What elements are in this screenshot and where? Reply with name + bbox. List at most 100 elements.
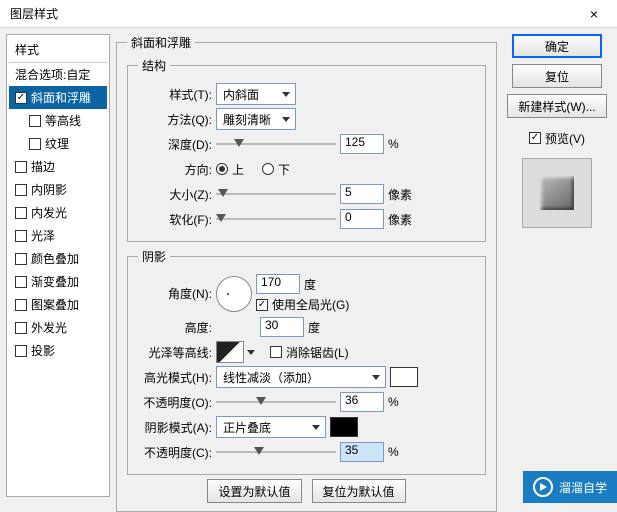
sidebar-header: 样式 xyxy=(9,37,107,63)
check-icon[interactable] xyxy=(15,322,27,334)
sidebar-item-inner-glow[interactable]: 内发光 xyxy=(9,201,107,224)
method-label: 方法(Q): xyxy=(138,111,212,128)
sidebar-item-bevel[interactable]: 斜面和浮雕 xyxy=(9,86,107,109)
altitude-label: 高度: xyxy=(138,319,212,336)
sidebar-item-label: 光泽 xyxy=(31,227,55,244)
sidebar-item-label: 等高线 xyxy=(45,112,81,129)
sidebar-item-label: 纹理 xyxy=(45,135,69,152)
soften-input[interactable]: 0 xyxy=(340,209,384,229)
angle-picker[interactable] xyxy=(216,276,252,312)
preview-box xyxy=(522,158,592,228)
sidebar-item-label: 内阴影 xyxy=(31,181,67,198)
check-icon[interactable] xyxy=(15,92,27,104)
size-input[interactable]: 5 xyxy=(340,184,384,204)
check-icon[interactable] xyxy=(15,276,27,288)
px-unit: 像素 xyxy=(388,186,418,203)
shadow-opacity-slider[interactable] xyxy=(216,445,336,459)
sidebar-item-stroke[interactable]: 描边 xyxy=(9,155,107,178)
highlight-opacity-input[interactable]: 36 xyxy=(340,392,384,412)
angle-label: 角度(N): xyxy=(138,285,212,302)
check-icon[interactable] xyxy=(15,299,27,311)
direction-up-radio[interactable] xyxy=(216,163,228,175)
structure-group: 结构 样式(T): 内斜面 方法(Q): 雕刻清晰 深度(D): 125 % 方… xyxy=(127,57,486,242)
sidebar-item-label: 内发光 xyxy=(31,204,67,221)
sidebar-item-gradient-overlay[interactable]: 渐变叠加 xyxy=(9,270,107,293)
sidebar-item-outer-glow[interactable]: 外发光 xyxy=(9,316,107,339)
structure-title: 结构 xyxy=(138,57,170,74)
preview-label: 预览(V) xyxy=(545,130,585,147)
shading-title: 阴影 xyxy=(138,248,170,265)
set-default-button[interactable]: 设置为默认值 xyxy=(207,479,301,503)
sidebar-item-texture[interactable]: 纹理 xyxy=(9,132,107,155)
sidebar-item-label: 外发光 xyxy=(31,319,67,336)
direction-down-radio[interactable] xyxy=(262,163,274,175)
check-icon[interactable] xyxy=(15,345,27,357)
shadow-mode-combo[interactable]: 正片叠底 xyxy=(216,416,326,438)
sidebar-item-pattern-overlay[interactable]: 图案叠加 xyxy=(9,293,107,316)
sidebar-item-satin[interactable]: 光泽 xyxy=(9,224,107,247)
method-combo[interactable]: 雕刻清晰 xyxy=(216,108,296,130)
sidebar-item-drop-shadow[interactable]: 投影 xyxy=(9,339,107,362)
altitude-input[interactable]: 30 xyxy=(260,317,304,337)
sidebar-item-color-overlay[interactable]: 颜色叠加 xyxy=(9,247,107,270)
shadow-color-swatch[interactable] xyxy=(330,417,358,437)
check-icon[interactable] xyxy=(15,207,27,219)
ok-button[interactable]: 确定 xyxy=(512,34,602,58)
antialias-check[interactable] xyxy=(270,346,282,358)
highlight-mode-combo[interactable]: 线性减淡（添加） xyxy=(216,366,386,388)
right-column: 确定 复位 新建样式(W)... 预览(V) xyxy=(503,34,611,497)
global-light-label: 使用全局光(G) xyxy=(272,296,349,313)
check-icon[interactable] xyxy=(29,138,41,150)
reset-default-button[interactable]: 复位为默认值 xyxy=(312,479,406,503)
size-label: 大小(Z): xyxy=(138,186,212,203)
sidebar-blend-options[interactable]: 混合选项:自定 xyxy=(9,63,107,86)
shading-group: 阴影 角度(N): 170 度 使用全局光(G) xyxy=(127,248,486,475)
bevel-group-title: 斜面和浮雕 xyxy=(127,34,195,51)
close-icon[interactable]: × xyxy=(577,3,611,25)
sidebar-item-label: 描边 xyxy=(31,158,55,175)
gloss-contour-picker[interactable] xyxy=(216,341,244,363)
highlight-opacity-slider[interactable] xyxy=(216,395,336,409)
sidebar-item-label: 投影 xyxy=(31,342,55,359)
angle-input[interactable]: 170 xyxy=(256,274,300,294)
depth-input[interactable]: 125 xyxy=(340,134,384,154)
check-icon[interactable] xyxy=(15,253,27,265)
watermark: 溜溜自学 xyxy=(523,471,617,503)
check-icon[interactable] xyxy=(29,115,41,127)
antialias-label: 消除锯齿(L) xyxy=(286,344,349,361)
style-label: 样式(T): xyxy=(138,86,212,103)
depth-slider[interactable] xyxy=(216,137,336,151)
check-icon[interactable] xyxy=(15,161,27,173)
preview-check[interactable] xyxy=(529,132,541,144)
settings-panel: 斜面和浮雕 结构 样式(T): 内斜面 方法(Q): 雕刻清晰 深度(D): 1… xyxy=(116,34,497,497)
depth-label: 深度(D): xyxy=(138,136,212,153)
highlight-color-swatch[interactable] xyxy=(390,367,418,387)
sidebar-item-inner-shadow[interactable]: 内阴影 xyxy=(9,178,107,201)
pct-unit: % xyxy=(388,445,418,459)
highlight-opacity-label: 不透明度(O): xyxy=(138,394,212,411)
down-label: 下 xyxy=(278,161,290,178)
shadow-mode-label: 阴影模式(A): xyxy=(138,419,212,436)
pct-unit: % xyxy=(388,137,418,151)
size-slider[interactable] xyxy=(216,187,336,201)
cancel-button[interactable]: 复位 xyxy=(512,64,602,88)
check-icon[interactable] xyxy=(15,230,27,242)
sidebar-item-label: 渐变叠加 xyxy=(31,273,79,290)
soften-slider[interactable] xyxy=(216,212,336,226)
shadow-opacity-input[interactable]: 35 xyxy=(340,442,384,462)
bevel-group: 斜面和浮雕 结构 样式(T): 内斜面 方法(Q): 雕刻清晰 深度(D): 1… xyxy=(116,34,497,512)
deg-unit: 度 xyxy=(308,319,338,336)
new-style-button[interactable]: 新建样式(W)... xyxy=(507,94,606,118)
deg-unit: 度 xyxy=(304,276,334,293)
sidebar-item-label: 图案叠加 xyxy=(31,296,79,313)
sidebar-item-label: 斜面和浮雕 xyxy=(31,89,91,106)
up-label: 上 xyxy=(232,161,244,178)
sidebar-item-contour[interactable]: 等高线 xyxy=(9,109,107,132)
play-icon xyxy=(533,477,553,497)
gloss-contour-label: 光泽等高线: xyxy=(138,344,212,361)
global-light-check[interactable] xyxy=(256,299,268,311)
style-combo[interactable]: 内斜面 xyxy=(216,83,296,105)
check-icon[interactable] xyxy=(15,184,27,196)
watermark-text: 溜溜自学 xyxy=(559,479,607,496)
soften-label: 软化(F): xyxy=(138,211,212,228)
